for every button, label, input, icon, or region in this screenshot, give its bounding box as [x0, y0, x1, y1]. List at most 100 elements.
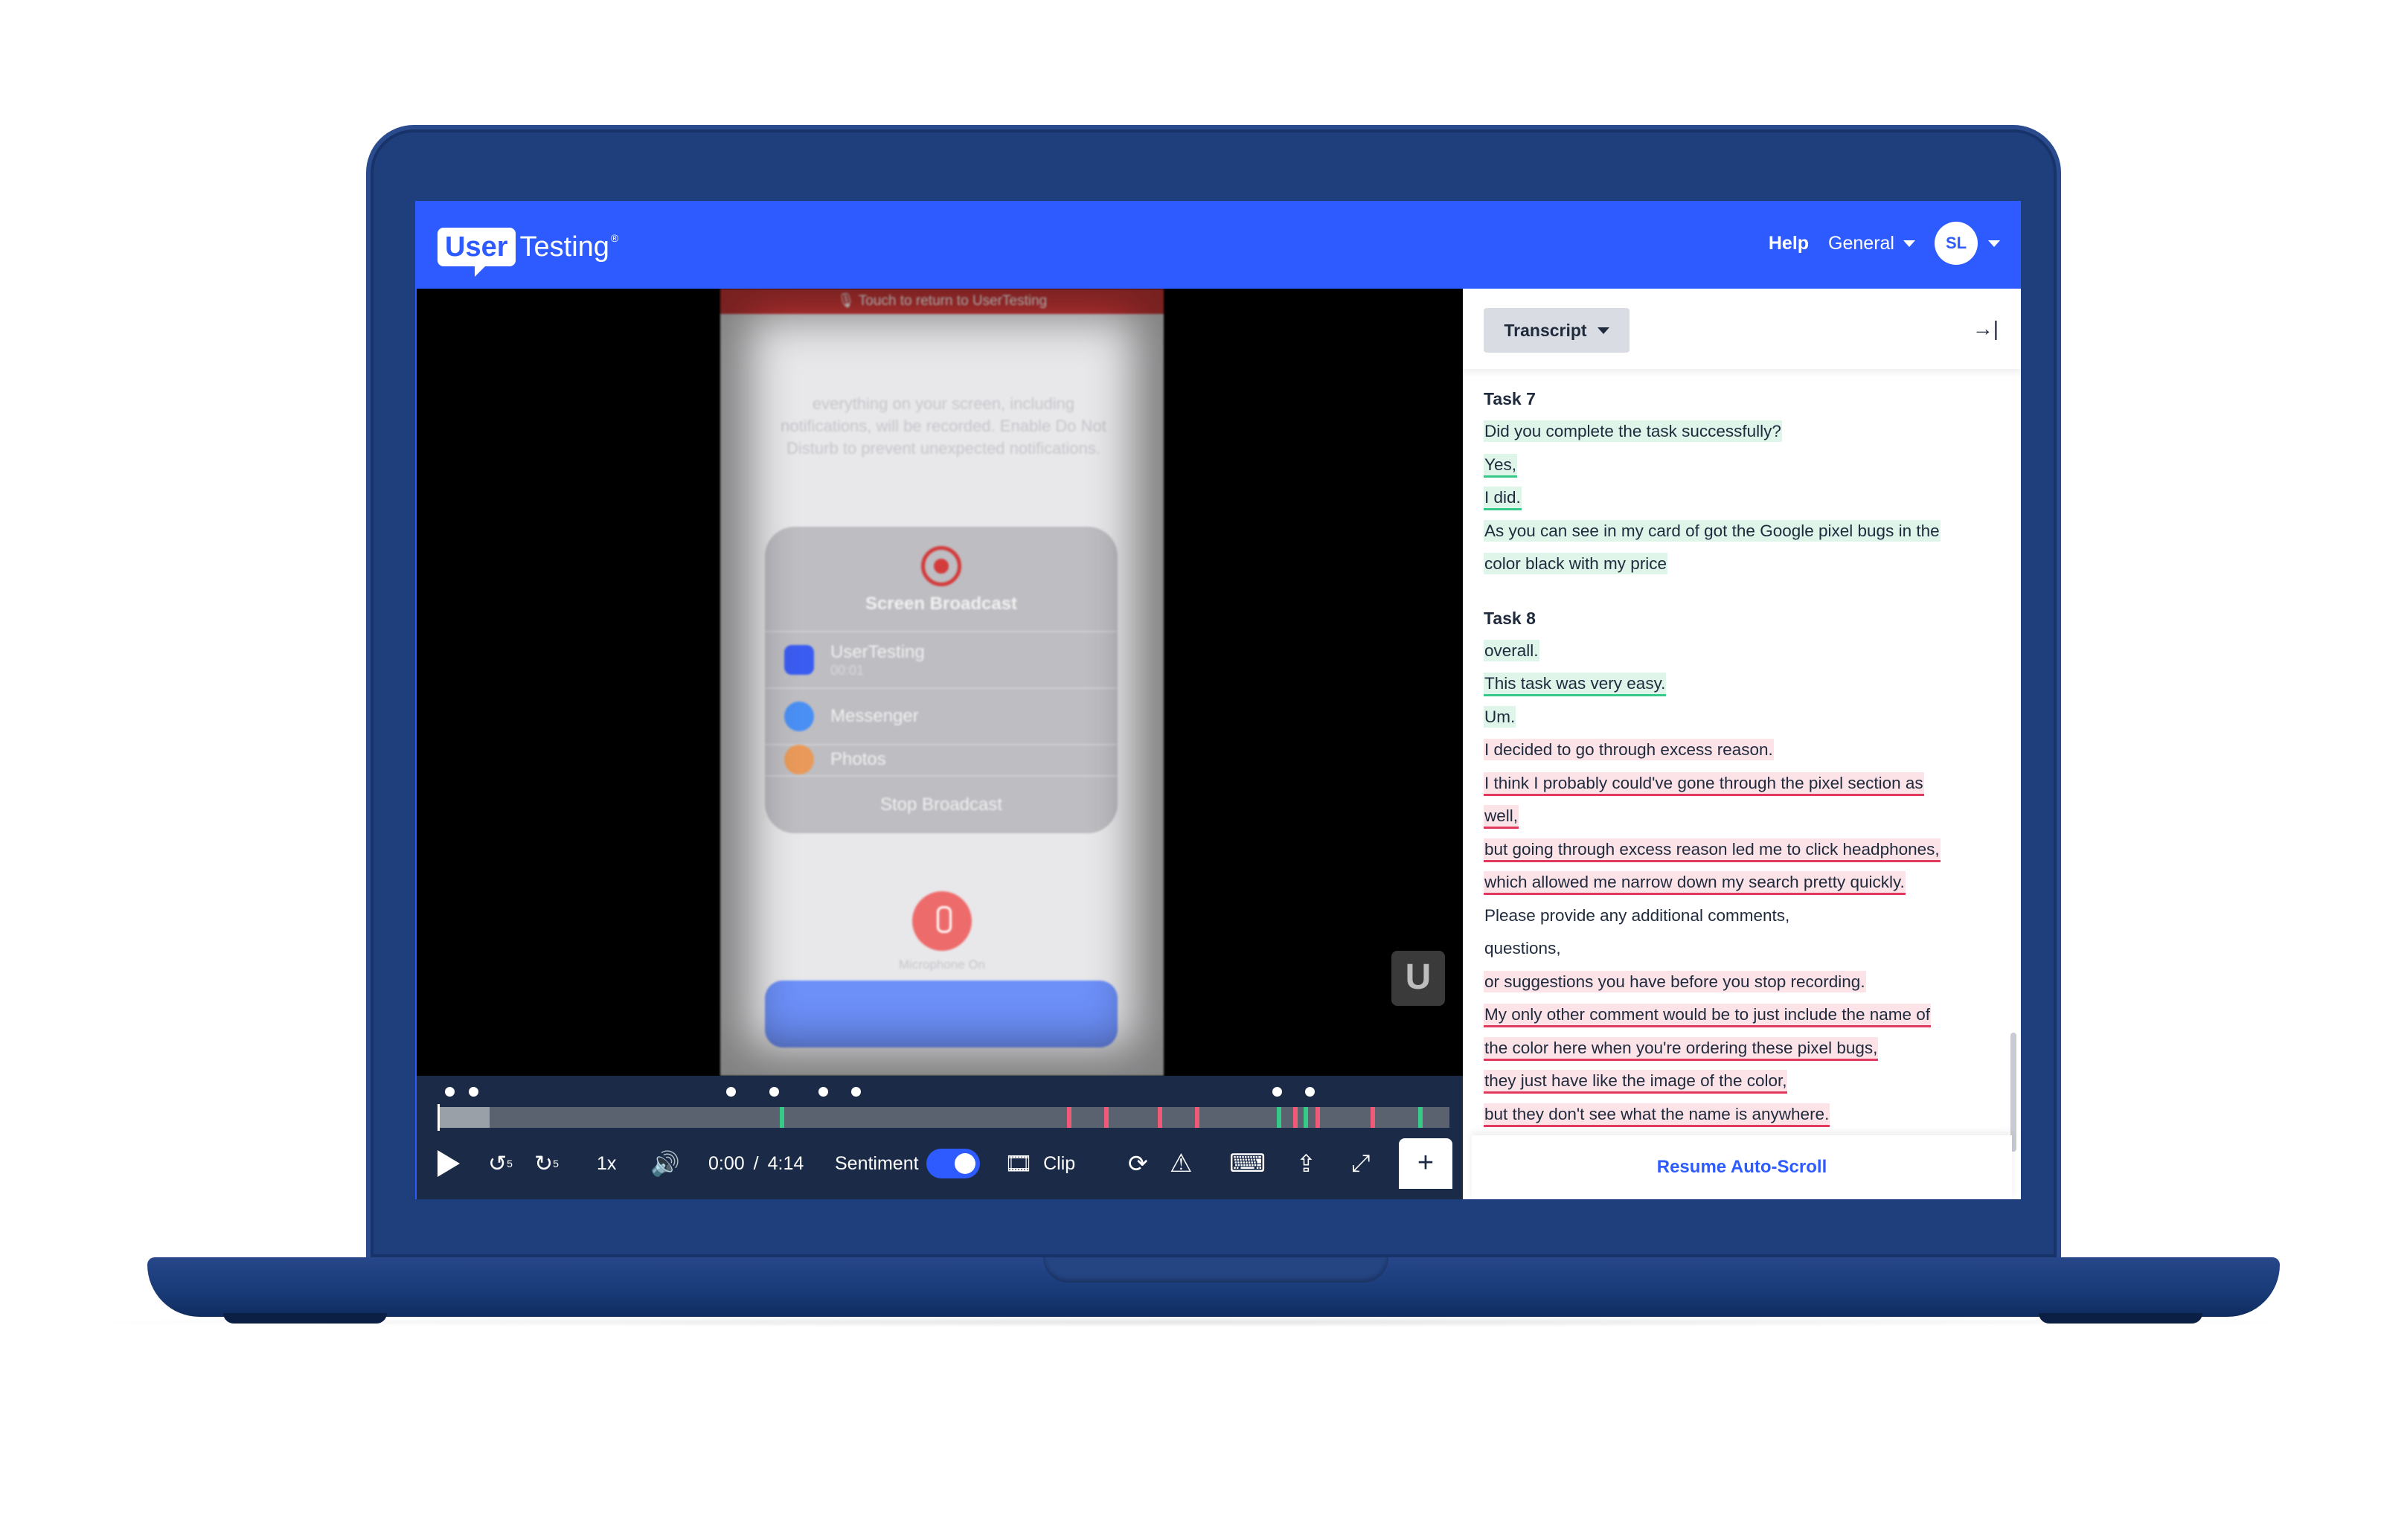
transcript-line[interactable]: I decided to go through excess reason.	[1484, 734, 1999, 767]
resume-auto-scroll-button[interactable]: Resume Auto-Scroll	[1472, 1135, 2012, 1199]
help-link[interactable]: Help	[1769, 233, 1809, 254]
transcript-body[interactable]: Task 7 Did you complete the task success…	[1463, 376, 1999, 1135]
transcript-text: I think I probably could've gone through…	[1484, 771, 1924, 796]
sentiment-control: Sentiment	[835, 1128, 980, 1199]
note-marker[interactable]	[851, 1087, 861, 1097]
transcript-line[interactable]: color black with my price	[1484, 548, 1999, 581]
add-button[interactable]: +	[1399, 1138, 1452, 1189]
forward-5-button[interactable]: ↻ 5	[534, 1128, 559, 1199]
note-marker[interactable]	[1305, 1087, 1315, 1097]
transcript-scrollbar[interactable]	[2010, 1033, 2016, 1152]
workspace-dropdown[interactable]: General	[1828, 233, 1915, 254]
transcript-text: well,	[1484, 805, 1519, 829]
fullscreen-icon[interactable]: ⤢	[1351, 1128, 1371, 1199]
transcript-text: Yes,	[1484, 453, 1517, 478]
transcript-dropdown[interactable]: Transcript	[1484, 308, 1629, 353]
sentiment-toggle[interactable]	[926, 1149, 980, 1178]
transcript-text: My only other comment would be to just i…	[1484, 1004, 1932, 1027]
rotate-icon[interactable]: ⟳	[1128, 1128, 1148, 1199]
transcript-text: As you can see in my card of got the Goo…	[1484, 519, 1941, 542]
sentiment-marker-negative[interactable]	[1371, 1107, 1375, 1128]
keyboard-icon[interactable]: ⌨	[1229, 1128, 1266, 1199]
transcript-text: the color here when you're ordering thes…	[1484, 1036, 1879, 1061]
user-menu[interactable]: SL	[1935, 222, 2000, 265]
sentiment-marker-negative[interactable]	[1104, 1107, 1109, 1128]
chevron-down-icon	[1903, 240, 1915, 247]
note-marker[interactable]	[1272, 1087, 1282, 1097]
transcript-text: but they don't see what the name is anyw…	[1484, 1103, 1830, 1127]
transcript-line[interactable]: I did.	[1484, 481, 1999, 515]
forward-seconds: 5	[553, 1158, 559, 1170]
sentiment-marker-negative[interactable]	[1195, 1107, 1199, 1128]
forward-icon: ↻	[534, 1151, 554, 1176]
collapse-panel-icon[interactable]: →|	[1973, 317, 1999, 341]
film-icon: 🎞	[1004, 1151, 1034, 1176]
laptop-foot	[2039, 1313, 2202, 1324]
rewind-seconds: 5	[507, 1158, 513, 1170]
sentiment-marker-positive[interactable]	[1418, 1107, 1423, 1128]
playhead[interactable]	[438, 1104, 440, 1131]
sentiment-marker-negative[interactable]	[1316, 1107, 1320, 1128]
transcript-line[interactable]: overall.	[1484, 635, 1999, 668]
rewind-5-button[interactable]: ↺ 5	[488, 1128, 513, 1199]
transcript-line[interactable]: This task was very easy.	[1484, 667, 1999, 701]
transcript-line[interactable]: Yes,	[1484, 449, 1999, 482]
header-nav: Help General SL	[1769, 219, 2000, 268]
note-marker[interactable]	[726, 1087, 736, 1097]
avatar: SL	[1935, 222, 1978, 265]
sentiment-marker-negative[interactable]	[1067, 1107, 1071, 1128]
note-marker[interactable]	[445, 1087, 455, 1097]
clip-label: Clip	[1043, 1152, 1076, 1174]
phone-edge-fade	[720, 289, 1164, 1076]
transcript-line[interactable]: or suggestions you have before you stop …	[1484, 966, 1999, 999]
transcript-line[interactable]: but going through excess reason led me t…	[1484, 833, 1999, 867]
transcript-line[interactable]: questions,	[1484, 932, 1999, 966]
sentiment-marker-positive[interactable]	[1304, 1107, 1308, 1128]
volume-icon[interactable]: 🔊	[650, 1128, 680, 1199]
timeline-progress	[438, 1107, 490, 1128]
clip-button[interactable]: 🎞 Clip	[1004, 1128, 1075, 1199]
sentiment-marker-negative[interactable]	[1158, 1107, 1162, 1128]
video-stage[interactable]: 🎙 Touch to return to UserTesting everyth…	[417, 289, 1463, 1076]
chevron-down-icon	[1597, 327, 1609, 334]
time-display: 0:00 / 4:14	[708, 1128, 804, 1199]
rewind-icon: ↺	[488, 1151, 507, 1176]
sentiment-marker-positive[interactable]	[780, 1107, 784, 1128]
timeline-scrubber[interactable]	[438, 1104, 1449, 1131]
note-marker[interactable]	[469, 1087, 478, 1097]
transcript-text: or suggestions you have before you stop …	[1484, 970, 1866, 992]
transcript-text: Please provide any additional comments,	[1484, 905, 1790, 925]
note-marker[interactable]	[769, 1087, 779, 1097]
transcript-line[interactable]: Please provide any additional comments,	[1484, 899, 1999, 933]
current-time: 0:00	[708, 1152, 745, 1174]
transcript-line[interactable]: but they don't see what the name is anyw…	[1484, 1098, 1999, 1132]
share-icon[interactable]: ⇪	[1296, 1128, 1316, 1199]
transcript-text: I decided to go through excess reason.	[1484, 739, 1774, 760]
controls-bar: ↺ 5 ↻ 5 1x 🔊 0:00 / 4:14 Sentiment 🎞 Cli…	[417, 1128, 1463, 1199]
playback-speed-button[interactable]: 1x	[597, 1128, 616, 1199]
transcript-line[interactable]: Um.	[1484, 701, 1999, 734]
sentiment-label: Sentiment	[835, 1152, 919, 1174]
laptop-notch	[1043, 1257, 1388, 1283]
transcript-text: which allowed me narrow down my search p…	[1484, 871, 1906, 895]
task-heading: Task 8	[1484, 608, 1536, 628]
transcript-line[interactable]: As you can see in my card of got the Goo…	[1484, 515, 1999, 548]
laptop-foot	[223, 1313, 387, 1324]
transcript-line[interactable]: well,	[1484, 800, 1999, 833]
transcript-line[interactable]: Did you complete the task successfully?	[1484, 415, 1999, 449]
transcript-text: overall.	[1484, 639, 1539, 661]
sentiment-marker-negative[interactable]	[1293, 1107, 1298, 1128]
transcript-toolbar: Transcript →|	[1463, 289, 2021, 369]
transcript-text: questions,	[1484, 939, 1561, 957]
play-button[interactable]	[438, 1128, 460, 1199]
sentiment-marker-positive[interactable]	[1277, 1107, 1281, 1128]
transcript-line[interactable]: which allowed me narrow down my search p…	[1484, 866, 1999, 899]
transcript-line[interactable]: My only other comment would be to just i…	[1484, 998, 1999, 1032]
transcript-line[interactable]: the color here when you're ordering thes…	[1484, 1032, 1999, 1065]
note-marker[interactable]	[818, 1087, 828, 1097]
transcript-line[interactable]: I think I probably could've gone through…	[1484, 767, 1999, 801]
warning-icon[interactable]: ⚠	[1170, 1128, 1192, 1199]
transcript-line[interactable]: they just have like the image of the col…	[1484, 1065, 1999, 1098]
usertesting-logo[interactable]: User Testing ®	[438, 223, 618, 277]
